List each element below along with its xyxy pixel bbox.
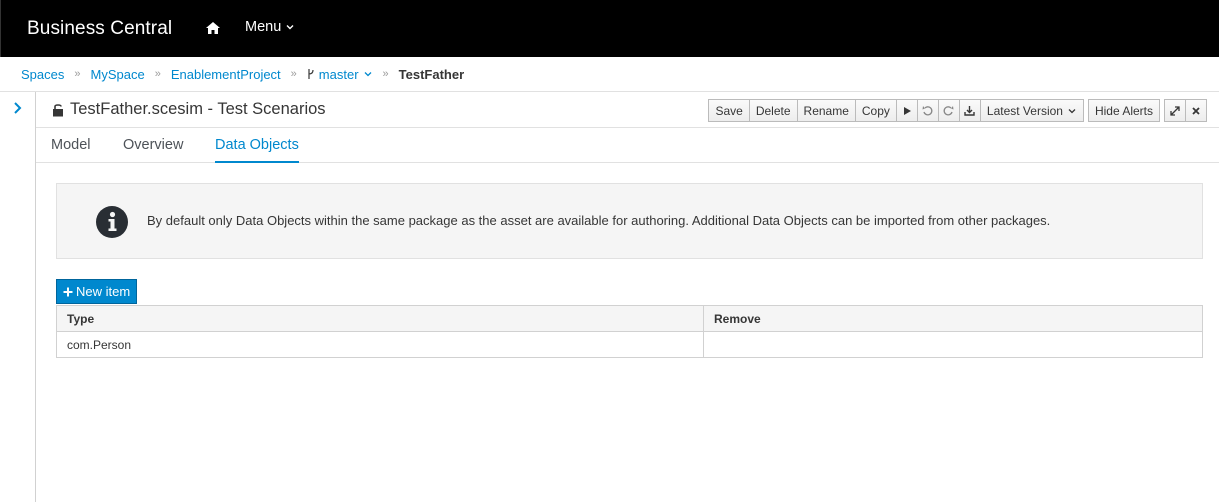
expand-panel-icon[interactable] bbox=[11, 101, 25, 115]
close-icon bbox=[1192, 106, 1200, 115]
new-item-label: New item bbox=[76, 284, 131, 299]
editor-tabs: Model Overview Data Objects bbox=[36, 128, 1219, 163]
lock-icon[interactable] bbox=[52, 103, 64, 117]
tab-overview[interactable]: Overview bbox=[123, 137, 183, 153]
type-cell: com.Person bbox=[56, 331, 704, 358]
left-rail bbox=[0, 92, 36, 502]
delete-button[interactable]: Delete bbox=[748, 99, 798, 122]
column-header-type: Type bbox=[56, 305, 704, 332]
chevron-down-icon bbox=[364, 72, 371, 77]
menu-dropdown[interactable]: Menu bbox=[245, 19, 295, 35]
expand-icon bbox=[1170, 105, 1180, 116]
plus-icon bbox=[63, 287, 73, 296]
tab-model[interactable]: Model bbox=[51, 137, 91, 153]
close-button[interactable] bbox=[1185, 99, 1207, 122]
editor-header: TestFather.scesim - Test Scenarios Save … bbox=[36, 92, 1219, 128]
rename-button[interactable]: Rename bbox=[796, 99, 856, 122]
undo-button[interactable] bbox=[916, 99, 939, 122]
breadcrumb-current: TestFather bbox=[398, 66, 465, 82]
branch-label: master bbox=[318, 66, 359, 82]
table-row: com.Person bbox=[56, 331, 1203, 358]
menu-label: Menu bbox=[245, 19, 282, 35]
download-button[interactable] bbox=[958, 99, 981, 122]
editor-title-text: TestFather.scesim - Test Scenarios bbox=[70, 100, 326, 118]
breadcrumb-separator: » bbox=[382, 68, 389, 80]
branch-icon bbox=[308, 69, 314, 79]
copy-button[interactable]: Copy bbox=[854, 99, 897, 122]
column-header-remove: Remove bbox=[703, 305, 1203, 332]
data-objects-table: Type Remove com.Person bbox=[56, 305, 1203, 358]
alert-message: By default only Data Objects within the … bbox=[147, 213, 1051, 228]
breadcrumb-separator: » bbox=[74, 68, 81, 80]
breadcrumb-project[interactable]: EnablementProject bbox=[171, 67, 281, 82]
editor-title: TestFather.scesim - Test Scenarios bbox=[52, 100, 326, 119]
chevron-down-icon bbox=[286, 25, 294, 30]
run-button[interactable] bbox=[895, 99, 918, 122]
breadcrumb: Spaces » MySpace » EnablementProject » m… bbox=[0, 57, 1219, 92]
maximize-button[interactable] bbox=[1164, 99, 1186, 122]
breadcrumb-separator: » bbox=[154, 68, 161, 80]
top-navbar: Business Central Menu bbox=[0, 0, 1219, 57]
home-icon[interactable] bbox=[204, 19, 222, 37]
save-button[interactable]: Save bbox=[708, 99, 750, 122]
branch-selector[interactable]: master bbox=[307, 67, 373, 82]
download-icon bbox=[964, 106, 976, 116]
redo-icon bbox=[943, 106, 954, 116]
redo-button[interactable] bbox=[937, 99, 960, 122]
table-header-row: Type Remove bbox=[56, 305, 1203, 332]
hide-alerts-button[interactable]: Hide Alerts bbox=[1087, 99, 1160, 122]
breadcrumb-separator: » bbox=[290, 68, 297, 80]
version-label: Latest Version bbox=[986, 103, 1063, 118]
breadcrumb-myspace[interactable]: MySpace bbox=[91, 67, 145, 82]
new-item-button[interactable]: New item bbox=[56, 279, 138, 304]
breadcrumb-spaces[interactable]: Spaces bbox=[21, 67, 64, 82]
info-alert: By default only Data Objects within the … bbox=[56, 183, 1203, 259]
play-icon bbox=[903, 106, 911, 115]
remove-cell[interactable] bbox=[703, 331, 1203, 358]
brand-title[interactable]: Business Central bbox=[27, 18, 172, 40]
version-dropdown[interactable]: Latest Version bbox=[979, 99, 1084, 122]
chevron-down-icon bbox=[1068, 108, 1076, 113]
editor-toolbar: Save Delete Rename Copy Latest Version H… bbox=[708, 99, 1207, 122]
undo-icon bbox=[922, 106, 933, 116]
tab-data-objects[interactable]: Data Objects bbox=[215, 137, 299, 163]
info-icon bbox=[96, 206, 128, 238]
